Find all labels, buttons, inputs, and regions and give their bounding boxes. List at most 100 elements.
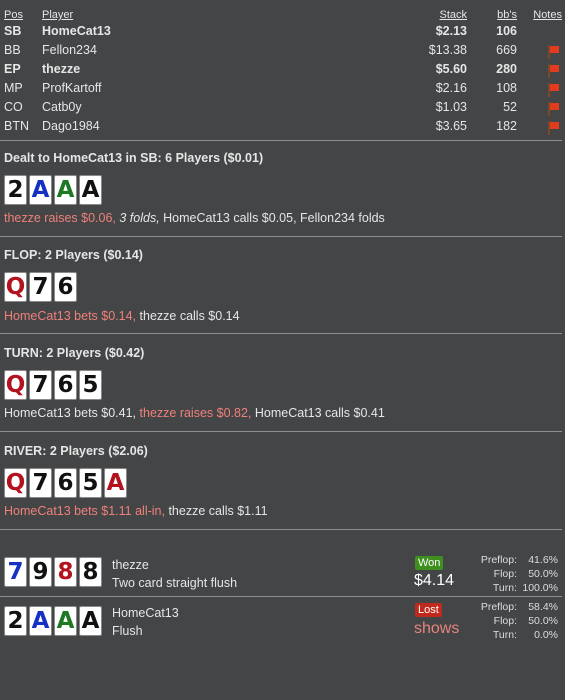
header-bbs[interactable]: bb's	[497, 9, 517, 21]
action-text: HomeCat13 bets $0.41,	[4, 406, 137, 420]
equity-label: Flop:	[493, 615, 517, 627]
equity-value: 58.4%	[528, 601, 558, 613]
action-text: thezze raises $0.06,	[4, 211, 116, 225]
playing-card: Q	[4, 272, 27, 302]
playing-card: 6	[54, 468, 77, 498]
result-player-name[interactable]: HomeCat13	[112, 606, 179, 620]
board-cards: Q 7 6	[4, 272, 77, 302]
position: SB	[4, 24, 22, 38]
equity-label: Turn:	[492, 629, 517, 641]
turn-action: HomeCat13 bets $0.41, thezze raises $0.8…	[4, 406, 385, 420]
playing-card: 7	[4, 557, 27, 587]
player-row: BB Fellon234 $13.38 669	[0, 43, 565, 62]
position: BB	[4, 43, 21, 57]
stack: $5.60	[435, 62, 467, 76]
stack: $3.65	[435, 119, 467, 133]
board-cards: Q 7 6 5 A	[4, 468, 127, 498]
player-name[interactable]: Catb0y	[42, 100, 82, 114]
big-blinds: 108	[496, 81, 517, 95]
red-flag-icon[interactable]	[546, 45, 559, 59]
red-flag-icon[interactable]	[546, 102, 559, 116]
player-row: SB HomeCat13 $2.13 106	[0, 24, 565, 43]
header-player[interactable]: Player	[42, 9, 73, 21]
turn-title: TURN: 2 Players ($0.42)	[4, 346, 145, 360]
action-text: HomeCat13 calls $0.05, Fellon234 folds	[163, 211, 385, 225]
player-name[interactable]: ProfKartoff	[42, 81, 102, 95]
action-text: HomeCat13 bets $1.11 all-in,	[4, 504, 165, 518]
red-flag-icon[interactable]	[546, 64, 559, 78]
position: BTN	[4, 119, 29, 133]
big-blinds: 106	[496, 24, 517, 38]
player-name[interactable]: Fellon234	[42, 43, 97, 57]
board-cards: Q 7 6 5	[4, 370, 102, 400]
player-row: CO Catb0y $1.03 52	[0, 100, 565, 119]
equity-value: 50.0%	[528, 568, 558, 580]
action-text: HomeCat13 calls $0.41	[254, 406, 385, 420]
player-name[interactable]: Dago1984	[42, 119, 100, 133]
divider	[0, 596, 562, 597]
river-title: RIVER: 2 Players ($2.06)	[4, 444, 148, 458]
big-blinds: 182	[496, 119, 517, 133]
playing-card: 7	[29, 370, 52, 400]
preflop-action: thezze raises $0.06, 3 folds, HomeCat13 …	[4, 211, 385, 225]
equity-label: Turn:	[492, 582, 517, 594]
river-action: HomeCat13 bets $1.11 all-in, thezze call…	[4, 504, 268, 518]
position: CO	[4, 100, 23, 114]
playing-card: A	[54, 175, 77, 205]
player-row: MP ProfKartoff $2.16 108	[0, 81, 565, 100]
playing-card: 8	[79, 557, 102, 587]
big-blinds: 52	[503, 100, 517, 114]
red-flag-icon[interactable]	[546, 83, 559, 97]
position: MP	[4, 81, 23, 95]
divider	[0, 236, 562, 237]
equity-value: 100.0%	[522, 582, 558, 594]
stack: $1.03	[435, 100, 467, 114]
stack: $2.13	[435, 24, 467, 38]
playing-card: 5	[79, 468, 102, 498]
header-stack[interactable]: Stack	[439, 9, 467, 21]
equity-label: Preflop:	[480, 554, 517, 566]
playing-card: 2	[4, 606, 27, 636]
equity-value: 50.0%	[528, 615, 558, 627]
player-name[interactable]: thezze	[42, 62, 80, 76]
playing-card: 5	[79, 370, 102, 400]
stack: $2.16	[435, 81, 467, 95]
playing-card: 6	[54, 370, 77, 400]
big-blinds: 280	[496, 62, 517, 76]
player-row: EP thezze $5.60 280	[0, 62, 565, 81]
red-flag-icon[interactable]	[546, 121, 559, 135]
equity-label: Flop:	[493, 568, 517, 580]
divider	[0, 431, 562, 432]
showdown-cards: 7 9 8 8	[4, 557, 102, 587]
playing-card: A	[104, 468, 127, 498]
action-text: HomeCat13 bets $0.14,	[4, 309, 137, 323]
header-notes[interactable]: Notes	[533, 9, 562, 21]
playing-card: 7	[29, 272, 52, 302]
result-hand: Flush	[112, 624, 143, 638]
divider	[0, 140, 562, 141]
header-pos[interactable]: Pos	[4, 9, 23, 21]
preflop-title: Dealt to HomeCat13 in SB: 6 Players ($0.…	[4, 151, 264, 165]
equity-value: 0.0%	[534, 629, 558, 641]
divider	[0, 529, 562, 530]
stack: $13.38	[428, 43, 467, 57]
playing-card: Q	[4, 468, 27, 498]
playing-card: A	[79, 606, 102, 636]
playing-card: 2	[4, 175, 27, 205]
equity-value: 41.6%	[528, 554, 558, 566]
player-name[interactable]: HomeCat13	[42, 24, 111, 38]
playing-card: 7	[29, 468, 52, 498]
playing-card: A	[29, 606, 52, 636]
result-player-name[interactable]: thezze	[112, 558, 149, 572]
playing-card: A	[29, 175, 52, 205]
flop-title: FLOP: 2 Players ($0.14)	[4, 248, 143, 262]
hole-cards: 2 A A A	[4, 175, 102, 205]
playing-card: 6	[54, 272, 77, 302]
equity-label: Preflop:	[480, 601, 517, 613]
big-blinds: 669	[496, 43, 517, 57]
playing-card: 9	[29, 557, 52, 587]
action-text: thezze raises $0.82,	[139, 406, 252, 420]
showdown-cards: 2 A A A	[4, 606, 102, 636]
player-row: BTN Dago1984 $3.65 182	[0, 119, 565, 138]
action-text: thezze calls $0.14	[139, 309, 240, 323]
